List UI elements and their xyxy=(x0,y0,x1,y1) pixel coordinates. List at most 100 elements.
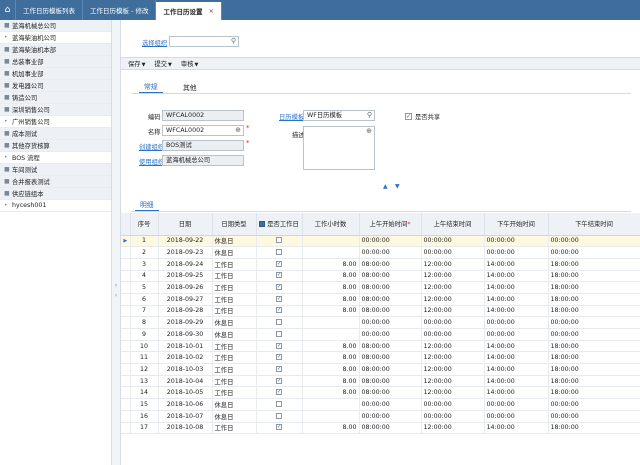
row-hours[interactable]: 8.00 xyxy=(302,305,360,318)
row-am-start[interactable]: 00:00:00 xyxy=(359,235,422,248)
table-row[interactable]: ▶ 1 2018-09-22 休息日 00:00:00 00:00:00 00:00:00 0… xyxy=(121,235,640,248)
row-pm-start[interactable]: 14:00:00 xyxy=(484,258,549,271)
row-am-start[interactable]: 00:00:00 xyxy=(359,246,422,259)
row-hours[interactable] xyxy=(302,398,360,411)
row-date[interactable]: 2018-10-07 xyxy=(158,410,213,423)
row-daytype[interactable]: 工作日 xyxy=(212,386,257,400)
row-am-start[interactable]: 08:00:00 xyxy=(359,340,422,353)
workday-checkbox[interactable]: ✓ xyxy=(276,284,282,291)
workday-checkbox[interactable]: ✓ xyxy=(276,342,282,349)
row-pm-start[interactable]: 14:00:00 xyxy=(484,422,549,435)
table-row[interactable]: 5 2018-09-26 工作日 ✓ 8.00 08:00:00 12:00:00 14:00… xyxy=(121,281,640,294)
row-pm-end[interactable]: 18:00:00 xyxy=(548,305,640,318)
row-pm-end[interactable]: 18:00:00 xyxy=(548,258,640,271)
tab-other[interactable]: 其他 xyxy=(183,82,197,92)
col-pm-start[interactable]: 下午开始时间 xyxy=(484,213,549,236)
row-am-end[interactable]: 12:00:00 xyxy=(421,340,485,353)
select-all-checkbox[interactable] xyxy=(259,221,266,228)
workday-checkbox[interactable] xyxy=(276,400,282,407)
row-pm-end[interactable]: 18:00:00 xyxy=(548,363,640,376)
table-row[interactable]: 7 2018-09-28 工作日 ✓ 8.00 08:00:00 12:00:00 14:00… xyxy=(121,305,640,318)
workday-checkbox[interactable]: ✓ xyxy=(276,424,282,431)
row-pm-end[interactable]: 18:00:00 xyxy=(548,340,640,353)
tab-template-list[interactable]: 工作日历模板列表 xyxy=(16,0,83,20)
row-pm-end[interactable]: 18:00:00 xyxy=(548,375,640,388)
row-pm-end[interactable]: 18:00:00 xyxy=(548,351,640,365)
row-am-end[interactable]: 00:00:00 xyxy=(421,235,485,248)
row-daytype[interactable]: 工作日 xyxy=(212,375,257,388)
table-row[interactable]: 14 2018-10-05 工作日 ✓ 8.00 08:00:00 12:00:00 14:0… xyxy=(121,386,640,400)
row-pm-end[interactable]: 18:00:00 xyxy=(548,293,640,306)
row-am-start[interactable]: 08:00:00 xyxy=(359,375,422,388)
sidebar-item[interactable]: • 广州销售公司 xyxy=(0,116,111,128)
row-pm-end[interactable]: 18:00:00 xyxy=(548,281,640,294)
home-icon[interactable]: ⌂ xyxy=(0,0,16,20)
panel-splitter[interactable]: ‹ › xyxy=(112,20,121,465)
row-am-start[interactable]: 08:00:00 xyxy=(359,363,422,376)
row-pm-end[interactable]: 18:00:00 xyxy=(548,270,640,283)
expand-down-icon[interactable]: ▼ xyxy=(395,183,400,190)
workday-checkbox[interactable]: ✓ xyxy=(276,272,282,279)
row-daytype[interactable]: 工作日 xyxy=(212,363,257,376)
create-org-field[interactable]: BOS测试 xyxy=(162,140,244,151)
row-am-end[interactable]: 12:00:00 xyxy=(421,375,485,388)
row-pm-start[interactable]: 14:00:00 xyxy=(484,270,549,283)
row-date[interactable]: 2018-09-22 xyxy=(158,235,213,248)
table-row[interactable]: 6 2018-09-27 工作日 ✓ 8.00 08:00:00 12:00:00 14:00… xyxy=(121,293,640,306)
sidebar-item[interactable]: ■ 发电器公司 xyxy=(0,80,111,92)
collapse-up-icon[interactable]: ▲ xyxy=(383,183,388,190)
table-row[interactable]: 4 2018-09-25 工作日 ✓ 8.00 08:00:00 12:00:00 14:00… xyxy=(121,270,640,283)
sidebar-item[interactable]: ■ 蓝海柴油机本部 xyxy=(0,44,111,56)
sidebar-item[interactable]: ■ 供应链组本 xyxy=(0,188,111,200)
workday-checkbox[interactable]: ✓ xyxy=(276,307,282,314)
row-hours[interactable]: 8.00 xyxy=(302,270,360,283)
search-icon[interactable]: ⚲ xyxy=(231,37,236,46)
sidebar-item[interactable]: • 蓝海柴油机公司 xyxy=(0,32,111,44)
row-am-end[interactable]: 00:00:00 xyxy=(421,246,485,259)
table-row[interactable]: 10 2018-10-01 工作日 ✓ 8.00 08:00:00 12:00:00 14:0… xyxy=(121,340,640,353)
row-daytype[interactable]: 工作日 xyxy=(212,305,257,318)
row-am-end[interactable]: 00:00:00 xyxy=(421,398,485,411)
row-am-end[interactable]: 12:00:00 xyxy=(421,363,485,376)
row-daytype[interactable]: 工作日 xyxy=(212,340,257,353)
row-pm-start[interactable]: 14:00:00 xyxy=(484,293,549,306)
row-hours[interactable] xyxy=(302,235,360,248)
row-daytype[interactable]: 休息日 xyxy=(212,316,257,329)
row-daytype[interactable]: 工作日 xyxy=(212,270,257,283)
row-pm-start[interactable]: 14:00:00 xyxy=(484,281,549,294)
sidebar-item[interactable]: ■ 成本测试 xyxy=(0,128,111,140)
row-pm-start[interactable]: 00:00:00 xyxy=(484,398,549,411)
row-pm-end[interactable]: 00:00:00 xyxy=(548,328,640,341)
workday-checkbox[interactable] xyxy=(276,249,282,256)
row-date[interactable]: 2018-10-08 xyxy=(158,422,213,435)
row-pm-end[interactable]: 00:00:00 xyxy=(548,398,640,411)
row-date[interactable]: 2018-10-05 xyxy=(158,386,213,400)
filter-org-input[interactable]: ⚲ xyxy=(169,36,239,47)
search-icon[interactable]: ⚲ xyxy=(367,111,372,120)
sidebar-item[interactable]: ■ 蓝海机械总公司 xyxy=(0,20,111,32)
workday-checkbox[interactable]: ✓ xyxy=(276,389,282,396)
shared-checkbox[interactable]: ✓ xyxy=(405,113,412,120)
row-pm-end[interactable]: 00:00:00 xyxy=(548,410,640,423)
col-date[interactable]: 日期 xyxy=(158,213,213,236)
row-am-end[interactable]: 12:00:00 xyxy=(421,258,485,271)
row-date[interactable]: 2018-09-27 xyxy=(158,293,213,306)
use-org-field[interactable]: 蓝海机械总公司 xyxy=(162,155,244,166)
row-date[interactable]: 2018-09-29 xyxy=(158,316,213,329)
row-pm-end[interactable]: 00:00:00 xyxy=(548,235,640,248)
workday-checkbox[interactable] xyxy=(276,237,282,244)
row-am-end[interactable]: 00:00:00 xyxy=(421,410,485,423)
save-button[interactable]: 保存▼ xyxy=(128,59,145,68)
table-row[interactable]: 12 2018-10-03 工作日 ✓ 8.00 08:00:00 12:00:00 14:0… xyxy=(121,363,640,376)
row-hours[interactable]: 8.00 xyxy=(302,281,360,294)
table-row[interactable]: 16 2018-10-07 休息日 00:00:00 00:00:00 00:00:00 0… xyxy=(121,410,640,423)
row-hours[interactable]: 8.00 xyxy=(302,363,360,376)
row-hours[interactable] xyxy=(302,246,360,259)
filter-org-label[interactable]: 选择组织 xyxy=(142,38,167,47)
workday-checkbox[interactable]: ✓ xyxy=(276,295,282,302)
table-row[interactable]: 17 2018-10-08 工作日 ✓ 8.00 08:00:00 12:00:00 14:0… xyxy=(121,422,640,435)
table-row[interactable]: 8 2018-09-29 休息日 00:00:00 00:00:00 00:00:00 00… xyxy=(121,316,640,329)
translate-icon[interactable]: ⊕ xyxy=(366,127,372,136)
row-pm-end[interactable]: 00:00:00 xyxy=(548,316,640,329)
row-pm-start[interactable]: 14:00:00 xyxy=(484,386,549,400)
